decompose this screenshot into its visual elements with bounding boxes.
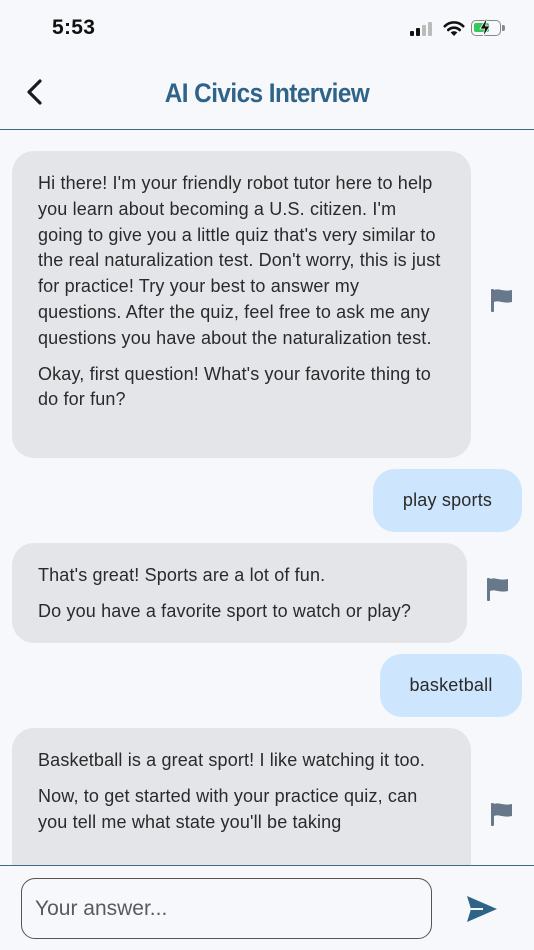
page-title: AI Civics Interview bbox=[164, 78, 370, 108]
message-paragraph: Do you have a favorite sport to watch or… bbox=[38, 600, 412, 621]
user-message: basketball bbox=[380, 654, 522, 717]
bot-message: That's great! Sports are a lot of fun. D… bbox=[12, 543, 467, 643]
message-paragraph: Hi there! I'm your friendly robot tutor … bbox=[38, 173, 441, 348]
charging-bolt-icon bbox=[479, 18, 491, 38]
user-message: play sports bbox=[373, 469, 522, 532]
message-paragraph: That's great! Sports are a lot of fun. bbox=[38, 565, 326, 585]
flag-icon[interactable] bbox=[486, 576, 510, 602]
cellular-signal-icon bbox=[410, 22, 436, 36]
bot-message: Hi there! I'm your friendly robot tutor … bbox=[12, 151, 471, 458]
message-paragraph: Now, to get started with your practice q… bbox=[38, 785, 418, 832]
chat-screen: 5:53 AI Civics Interview Hi there! I'm y… bbox=[0, 0, 534, 950]
flag-icon[interactable] bbox=[490, 801, 514, 827]
message-list[interactable]: Hi there! I'm your friendly robot tutor … bbox=[0, 131, 534, 866]
bot-message: Basketball is a great sport! I like watc… bbox=[12, 728, 471, 866]
app-header: AI Civics Interview bbox=[0, 58, 534, 130]
status-bar: 5:53 bbox=[0, 0, 534, 58]
battery-cap bbox=[502, 25, 505, 31]
status-time: 5:53 bbox=[52, 16, 96, 39]
flag-icon[interactable] bbox=[490, 287, 514, 313]
composer-bar bbox=[0, 865, 534, 950]
message-paragraph: Basketball is a great sport! I like watc… bbox=[38, 750, 425, 770]
send-icon[interactable] bbox=[465, 894, 499, 924]
wifi-icon bbox=[443, 21, 465, 36]
message-paragraph: Okay, first question! What's your favori… bbox=[38, 363, 431, 410]
answer-input[interactable] bbox=[21, 878, 432, 939]
